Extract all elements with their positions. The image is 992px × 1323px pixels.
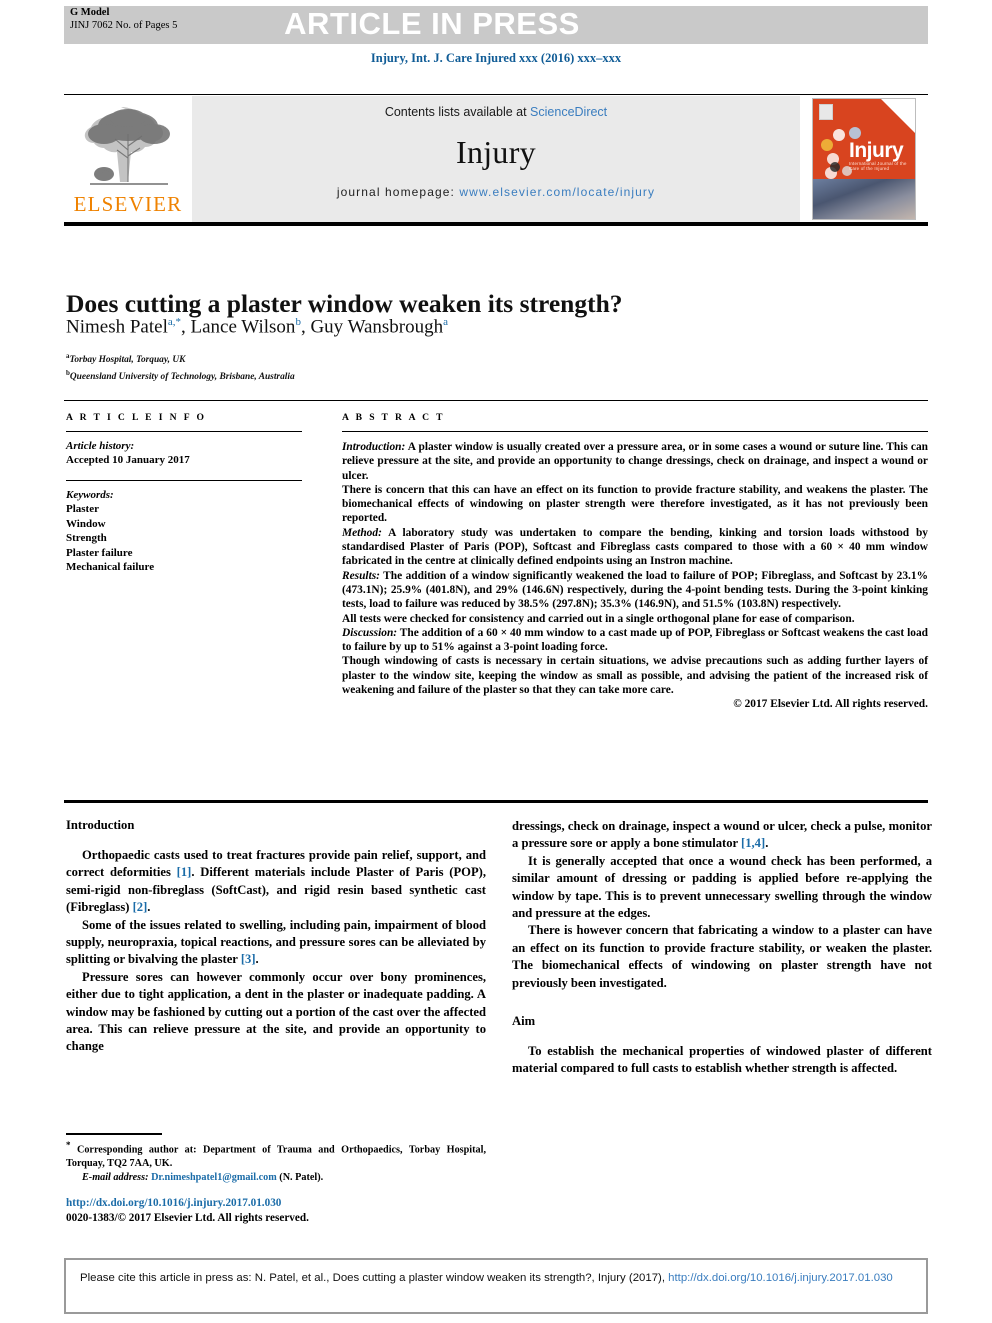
article-info-spacer xyxy=(66,467,302,480)
panel-top-rule xyxy=(64,400,928,401)
keywords-block: Keywords: Plaster Window Strength Plaster f… xyxy=(66,481,302,575)
article-info-heading: A R T I C L E I N F O xyxy=(66,412,207,423)
article-page: G Model JINJ 7062 No. of Pages 5 ARTICLE… xyxy=(0,0,992,1323)
introduction-continued-paragraphs: dressings, check on drainage, inspect a … xyxy=(512,818,932,992)
sciencedirect-block: Contents lists available at ScienceDirec… xyxy=(192,96,800,222)
introduction-heading: Introduction xyxy=(66,818,135,832)
abstract-paragraph: Method: A laboratory study was undertake… xyxy=(342,526,928,568)
body-paragraph: Orthopaedic casts used to treat fracture… xyxy=(66,848,486,915)
contents-prefix: Contents lists available at xyxy=(384,105,531,119)
keywords-list: Plaster Window Strength Plaster failure Mech… xyxy=(66,502,302,575)
abstract-column: A B S T R A C T Introduction: A plaster … xyxy=(342,412,928,712)
journal-reference-line: Injury, Int. J. Care Injured xxx (2016) … xyxy=(370,51,622,65)
homepage-label: journal homepage: xyxy=(336,185,455,199)
corresponding-author-note: * Corresponding author at: Department of… xyxy=(66,1139,486,1171)
author-list: Nimesh Patela,*, Lance Wilsonb, Guy Wans… xyxy=(66,316,449,338)
cover-corner-fold xyxy=(881,99,915,133)
keyword-item: Window xyxy=(66,517,106,530)
keyword-item: Plaster failure xyxy=(66,546,133,559)
email-link[interactable]: Dr.nimeshpatel1@gmail.com xyxy=(151,1172,277,1183)
elsevier-tree-icon xyxy=(84,107,170,185)
affiliation-item: bQueensland University of Technology, Br… xyxy=(66,368,295,382)
cover-image: Injury International Journal of the Care… xyxy=(812,98,916,220)
abstract-paragraph: Results: The addition of a window signif… xyxy=(342,569,928,611)
affiliation-item: aTorbay Hospital, Torquay, UK xyxy=(66,352,186,366)
abstract-paragraph: Though windowing of casts is necessary i… xyxy=(342,655,928,697)
article-history-block: Article history: Accepted 10 January 201… xyxy=(66,432,302,467)
keyword-item: Strength xyxy=(66,532,107,544)
abstract-paragraph: There is concern that this can have an e… xyxy=(342,483,928,525)
cover-photo-strip xyxy=(813,179,915,219)
body-paragraph: There is however concern that fabricatin… xyxy=(512,923,932,990)
issn-copyright-line: 0020-1383/© 2017 Elsevier Ltd. All right… xyxy=(66,1212,309,1224)
cover-journal-title: Injury xyxy=(849,139,904,162)
masthead-top-rule xyxy=(64,94,928,95)
abstract-paragraph: Introduction: A plaster window is usuall… xyxy=(342,441,928,482)
introduction-paragraphs: Orthopaedic casts used to treat fracture… xyxy=(66,847,486,1056)
doi-block: http://dx.doi.org/10.1016/j.injury.2017.… xyxy=(66,1196,486,1226)
email-label: E-mail address: xyxy=(82,1171,149,1183)
doi-link[interactable]: http://dx.doi.org/10.1016/j.injury.2017.… xyxy=(66,1197,281,1209)
journal-homepage-link[interactable]: www.elsevier.com/locate/injury xyxy=(459,185,655,199)
abstract-paragraph: Discussion: The addition of a 60 × 40 mm… xyxy=(342,626,928,654)
masthead-bottom-rule xyxy=(64,222,928,226)
keyword-item: Mechanical failure xyxy=(66,561,155,573)
cover-publisher-badge xyxy=(819,104,833,120)
elsevier-logo: ELSEVIER xyxy=(64,96,192,222)
manuscript-id-label: JINJ 7062 No. of Pages 5 xyxy=(70,19,178,31)
journal-homepage-line: journal homepage: www.elsevier.com/locat… xyxy=(192,185,800,199)
citation-footer-box: Please cite this article in press as: N.… xyxy=(64,1258,928,1314)
panel-bottom-rule xyxy=(64,800,928,803)
g-model-block: G Model JINJ 7062 No. of Pages 5 xyxy=(70,7,177,32)
sciencedirect-link[interactable]: ScienceDirect xyxy=(530,105,607,119)
page-title: Does cutting a plaster window weaken its… xyxy=(66,289,623,319)
citation-doi-link[interactable]: http://dx.doi.org/10.1016/j.injury.2017.… xyxy=(668,1272,893,1284)
article-info-column: A R T I C L E I N F O Article history: A… xyxy=(66,412,302,575)
body-column-right: dressings, check on drainage, inspect a … xyxy=(512,818,932,1078)
aim-heading: Aim xyxy=(512,1014,536,1029)
elsevier-wordmark: ELSEVIER xyxy=(73,192,183,216)
keywords-label: Keywords: xyxy=(66,489,114,501)
affiliation-list: aTorbay Hospital, Torquay, UK bQueensland… xyxy=(66,350,866,383)
corresponding-author-text: Corresponding author at: Department of T… xyxy=(66,1144,487,1169)
body-paragraph: Pressure sores can however commonly occu… xyxy=(66,969,486,1054)
footnote-rule xyxy=(66,1133,162,1135)
body-paragraph: Some of the issues related to swelling, … xyxy=(66,917,486,967)
body-column-left: Introduction Orthopaedic casts used to t… xyxy=(66,818,486,1056)
aim-paragraph-wrapper: To establish the mechanical properties o… xyxy=(512,1043,932,1078)
body-paragraph: To establish the mechanical properties o… xyxy=(512,1044,932,1076)
footnote-block: * Corresponding author at: Department of… xyxy=(66,1139,486,1184)
citation-prefix: Please cite this article in press as: N.… xyxy=(80,1272,669,1284)
cover-journal-subtitle: International Journal of the Care of the… xyxy=(849,161,907,171)
abstract-body: Introduction: A plaster window is usuall… xyxy=(342,432,928,712)
article-history-value: Accepted 10 January 2017 xyxy=(66,454,190,466)
asterisk-icon: * xyxy=(66,1140,71,1150)
email-line: E-mail address: Dr.nimeshpatel1@gmail.co… xyxy=(66,1171,486,1185)
body-paragraph: dressings, check on drainage, inspect a … xyxy=(512,819,932,851)
body-paragraph: It is generally accepted that once a wou… xyxy=(512,853,932,921)
citation-footer-text: Please cite this article in press as: N.… xyxy=(66,1260,926,1287)
journal-masthead: ELSEVIER Contents lists available at Sci… xyxy=(64,94,928,226)
journal-title: Injury xyxy=(455,134,536,170)
email-suffix: (N. Patel). xyxy=(276,1171,324,1183)
abstract-copyright: © 2017 Elsevier Ltd. All rights reserved… xyxy=(733,698,928,711)
article-history-label: Article history: xyxy=(66,440,135,452)
abstract-heading: A B S T R A C T xyxy=(342,412,445,423)
keyword-item: Plaster xyxy=(66,503,99,515)
journal-cover-thumbnail: Injury International Journal of the Care… xyxy=(800,96,928,222)
contents-lists-line: Contents lists available at ScienceDirec… xyxy=(192,105,800,119)
g-model-label: G Model xyxy=(70,7,110,18)
abstract-paragraph: All tests were checked for consistency a… xyxy=(342,612,855,625)
